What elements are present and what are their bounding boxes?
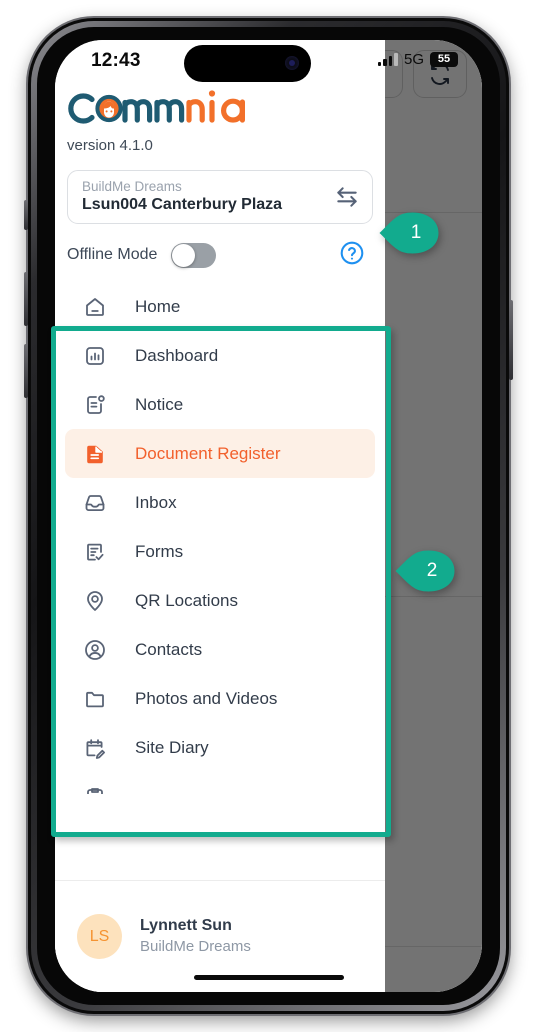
clipboard-icon <box>83 785 113 794</box>
status-bar-time: 12:43 <box>91 50 141 71</box>
status-bar-indicators: 5G 55 <box>377 51 458 68</box>
menu-item-label: Dashboard <box>135 345 219 365</box>
menu-item-site-diary[interactable]: Site Diary <box>65 723 375 772</box>
home-indicator[interactable] <box>193 975 344 980</box>
menu-item-label: Site Diary <box>135 737 209 757</box>
menu-item-home[interactable]: Home <box>65 282 375 331</box>
form-check-icon <box>83 540 113 564</box>
project-selector-text: BuildMe Dreams Lsun004 Canterbury Plaza <box>82 179 334 215</box>
calendar-edit-icon <box>83 736 113 760</box>
menu-item-contacts[interactable]: Contacts <box>65 625 375 674</box>
menu-item-forms[interactable]: Forms <box>65 527 375 576</box>
chart-bar-icon <box>83 344 113 368</box>
menu-item-document-register[interactable]: Document Register <box>65 429 375 478</box>
battery-icon: 55 <box>430 52 458 67</box>
menu-item-label: Notice <box>135 394 184 414</box>
version-label: version 4.1.0 <box>67 137 153 154</box>
volume-down-button[interactable] <box>24 344 28 398</box>
offline-mode-toggle[interactable] <box>171 242 217 268</box>
project-selector[interactable]: BuildMe Dreams Lsun004 Canterbury Plaza <box>67 170 373 224</box>
avatar: LS <box>77 914 122 959</box>
user-circle-icon <box>83 638 113 662</box>
front-camera-icon <box>285 56 299 70</box>
offline-mode-row: Offline Mode <box>67 238 373 272</box>
toggle-knob <box>172 243 196 267</box>
menu-item-photos-and-videos[interactable]: Photos and Videos <box>65 674 375 723</box>
dynamic-island <box>184 45 311 82</box>
battery-level-label: 55 <box>437 53 451 65</box>
home-icon <box>83 295 113 319</box>
menu-item-label: Forms <box>135 541 184 561</box>
signal-bars-icon <box>377 53 398 66</box>
menu-item-notice[interactable]: Notice <box>65 380 375 429</box>
menu-item-label: QR Locations <box>135 590 238 610</box>
drawer-scrim-overlay[interactable] <box>385 40 482 992</box>
commnia-logo <box>68 90 246 124</box>
menu-item-label: Photos and Videos <box>135 688 278 708</box>
phone-screen: version 4.1.0 BuildMe Dreams Lsun004 Can… <box>55 40 482 992</box>
mute-switch[interactable] <box>24 200 28 230</box>
power-button[interactable] <box>509 300 513 380</box>
user-name: Lynnett Sun <box>140 916 232 934</box>
menu-item-dashboard[interactable]: Dashboard <box>65 331 375 380</box>
project-name-label: Lsun004 Canterbury Plaza <box>82 195 283 213</box>
help-circle-icon[interactable] <box>339 240 365 271</box>
user-organisation: BuildMe Dreams <box>140 937 251 955</box>
swap-arrows-icon[interactable] <box>334 184 360 210</box>
menu-item-label: Document Register <box>135 443 281 463</box>
volume-up-button[interactable] <box>24 272 28 326</box>
menu-item-label: Home <box>135 296 181 316</box>
menu-list[interactable]: Home Dashboard Notice Document Register … <box>55 282 385 794</box>
menu-item-qr-locations[interactable]: QR Locations <box>65 576 375 625</box>
menu-item-label: Inbox <box>135 492 177 512</box>
network-type-label: 5G <box>403 51 424 68</box>
inbox-icon <box>83 491 113 515</box>
menu-item-partial[interactable] <box>65 772 375 794</box>
map-pin-icon <box>83 589 113 613</box>
status-bar: 12:43 5G 55 <box>55 40 482 90</box>
user-info: Lynnett Sun BuildMe Dreams <box>140 916 251 957</box>
notice-document-icon <box>83 393 113 417</box>
menu-item-inbox[interactable]: Inbox <box>65 478 375 527</box>
offline-mode-label: Offline Mode <box>67 246 158 263</box>
document-file-icon <box>83 442 113 466</box>
navigation-drawer: version 4.1.0 BuildMe Dreams Lsun004 Can… <box>55 40 385 992</box>
project-company-label: BuildMe Dreams <box>82 179 182 195</box>
folder-icon <box>83 687 113 711</box>
menu-item-label: Contacts <box>135 639 203 659</box>
